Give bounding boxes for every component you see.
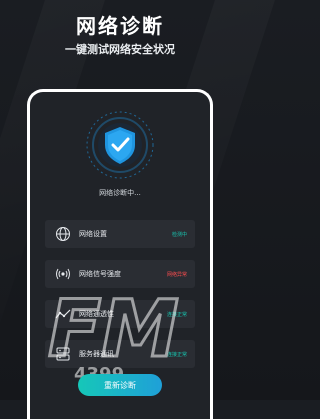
server-icon: [55, 346, 71, 362]
line-chart-icon: [55, 306, 71, 322]
status-badge: 连接正常: [166, 311, 187, 318]
row-label: 网络信号强度: [79, 270, 121, 278]
row-label: 网络通透性: [79, 310, 114, 318]
signal-icon: [55, 266, 71, 282]
globe-icon: [55, 226, 71, 242]
row-signal-strength[interactable]: 网络信号强度 网络异常: [45, 260, 195, 288]
row-label: 网络设置: [79, 230, 107, 238]
scan-status-text: 网络诊断中...: [99, 189, 141, 197]
status-badge: 连接正常: [166, 351, 187, 358]
row-network-settings[interactable]: 网络设置 检测中: [45, 220, 195, 248]
page-title: 网络诊断: [76, 14, 164, 38]
page-subtitle: 一键测试网络安全状况: [65, 43, 175, 56]
row-server-communication[interactable]: 服务器通讯 连接正常: [45, 340, 195, 368]
rediagnose-button[interactable]: 重新诊断: [78, 374, 162, 396]
row-label: 服务器通讯: [79, 350, 114, 358]
row-permeability[interactable]: 网络通透性 连接正常: [45, 300, 195, 328]
status-badge: 检测中: [171, 231, 187, 238]
phone-frame: 网络诊断中... 网络设置 检测中 网络信号强度 网络异常 网络通透性 连接正常…: [27, 89, 213, 419]
status-badge: 网络异常: [166, 271, 187, 278]
shield-icon: [85, 110, 155, 180]
